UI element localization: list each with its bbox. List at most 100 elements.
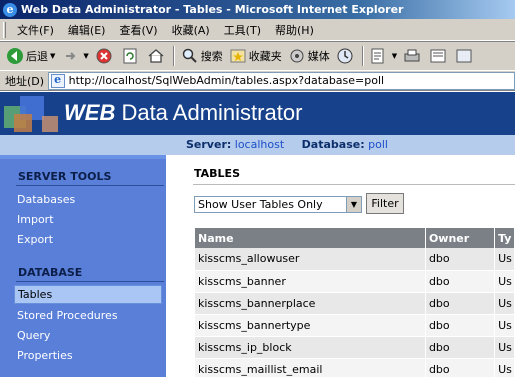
menu-grip: [3, 21, 6, 38]
table-row[interactable]: kisscms_ip_block dbo Us: [195, 336, 515, 359]
title-bar: e Web Data Administrator - Tables - Micr…: [0, 0, 515, 19]
address-field[interactable]: [48, 71, 515, 90]
server-label: Server:: [186, 138, 232, 151]
home-icon: [147, 47, 165, 65]
menu-help[interactable]: 帮助(H): [268, 22, 321, 38]
table-row[interactable]: kisscms_bannerplace dbo Us: [195, 292, 515, 315]
edit-icon: [429, 47, 447, 65]
ie-logo-icon: e: [3, 2, 17, 17]
discuss-icon: [455, 47, 473, 65]
filter-button[interactable]: Filter: [366, 193, 404, 214]
media-button[interactable]: 媒体: [285, 44, 333, 68]
database-section-title: DATABASE: [18, 266, 83, 279]
table-type: Us: [494, 292, 515, 315]
table-row[interactable]: kisscms_allowuser dbo Us: [195, 248, 515, 271]
table-name-link[interactable]: kisscms_ip_block: [195, 336, 426, 359]
print-icon: [403, 47, 421, 65]
chevron-down-icon[interactable]: ▼: [50, 52, 55, 60]
app-banner: WEB Data Administrator: [0, 92, 515, 135]
menu-tools[interactable]: 工具(T): [217, 22, 268, 38]
edit-button[interactable]: [426, 44, 452, 68]
forward-arrow-icon: [61, 47, 79, 65]
address-bar: 地址(D): [0, 71, 515, 91]
table-name-link[interactable]: kisscms_banner: [195, 270, 426, 293]
tables-grid: Name Owner Ty kisscms_allowuser dbo Us k…: [195, 228, 515, 377]
discuss-button[interactable]: [452, 44, 478, 68]
stop-button[interactable]: [92, 44, 118, 68]
forward-button[interactable]: ▼: [58, 44, 91, 68]
table-type: Us: [494, 336, 515, 359]
back-button[interactable]: 后退 ▼: [3, 44, 58, 68]
app-brand: WEB Data Administrator: [64, 100, 302, 126]
refresh-button[interactable]: [118, 44, 144, 68]
server-link[interactable]: localhost: [235, 138, 284, 151]
table-type: Us: [494, 248, 515, 271]
refresh-icon: [121, 47, 139, 65]
chevron-down-icon[interactable]: ▼: [392, 52, 397, 60]
url-input[interactable]: [68, 74, 514, 87]
table-type: Us: [494, 270, 515, 293]
menu-view[interactable]: 查看(V): [112, 22, 164, 38]
sidebar-item-query[interactable]: Query: [17, 329, 50, 342]
table-row[interactable]: kisscms_banner dbo Us: [195, 270, 515, 293]
toolbar-separator: [172, 46, 175, 66]
table-name-link[interactable]: kisscms_bannerplace: [195, 292, 426, 315]
back-arrow-icon: [6, 47, 24, 65]
sidebar-item-import[interactable]: Import: [17, 213, 54, 226]
brand-rest: Data Administrator: [115, 100, 303, 125]
logo-squares-icon: [4, 96, 58, 132]
heading-divider: [193, 184, 515, 185]
menu-edit[interactable]: 编辑(E): [61, 22, 113, 38]
table-row[interactable]: kisscms_bannertype dbo Us: [195, 314, 515, 337]
home-button[interactable]: [144, 44, 170, 68]
sidebar-divider: [16, 185, 164, 186]
print-button[interactable]: [400, 44, 426, 68]
history-button[interactable]: [333, 44, 359, 68]
column-header-name[interactable]: Name: [195, 228, 426, 248]
table-name-link[interactable]: kisscms_allowuser: [195, 248, 426, 271]
favorites-button[interactable]: 收藏夹: [226, 44, 285, 68]
media-label: 媒体: [307, 50, 330, 63]
sidebar-item-stored-procedures[interactable]: Stored Procedures: [17, 309, 118, 322]
address-label: 地址(D): [5, 74, 45, 88]
mail-button[interactable]: ▼: [367, 44, 400, 68]
database-link[interactable]: poll: [368, 138, 388, 151]
table-owner: dbo: [425, 336, 496, 359]
page-title: TABLES: [194, 167, 240, 180]
table-row[interactable]: kisscms_maillist_email dbo Us: [195, 358, 515, 377]
menu-favorites[interactable]: 收藏(A): [165, 22, 217, 38]
chevron-down-icon[interactable]: ▼: [346, 197, 361, 212]
table-name-link[interactable]: kisscms_bannertype: [195, 314, 426, 337]
connection-info-bar: Server: localhost Database: poll: [0, 135, 515, 155]
column-header-owner[interactable]: Owner: [425, 228, 496, 248]
search-label: 搜索: [200, 50, 223, 63]
table-owner: dbo: [425, 358, 496, 377]
stop-icon: [95, 47, 113, 65]
mail-icon: [370, 47, 388, 65]
media-icon: [288, 47, 306, 65]
table-filter-select[interactable]: Show User Tables Only ▼: [194, 196, 362, 213]
page-icon: [51, 73, 65, 88]
table-type: Us: [494, 314, 515, 337]
table-header-row: Name Owner Ty: [195, 228, 515, 248]
search-button[interactable]: 搜索: [178, 44, 226, 68]
sidebar-item-databases[interactable]: Databases: [17, 193, 75, 206]
table-filter-value: Show User Tables Only: [198, 198, 323, 211]
chevron-down-icon[interactable]: ▼: [83, 52, 88, 60]
menu-bar: 文件(F) 编辑(E) 查看(V) 收藏(A) 工具(T) 帮助(H): [0, 19, 515, 41]
table-name-link[interactable]: kisscms_maillist_email: [195, 358, 426, 377]
sidebar-item-export[interactable]: Export: [17, 233, 53, 246]
toolbar: 后退 ▼ ▼ 搜索 收藏夹 媒体 ▼: [0, 41, 515, 71]
sidebar-item-properties[interactable]: Properties: [17, 349, 73, 362]
table-owner: dbo: [425, 292, 496, 315]
sidebar: SERVER TOOLS Databases Import Export DAT…: [0, 155, 166, 377]
favorites-star-icon: [229, 47, 247, 65]
favorites-label: 收藏夹: [248, 50, 282, 63]
menu-file[interactable]: 文件(F): [10, 22, 61, 38]
sidebar-divider: [16, 281, 164, 282]
brand-bold: WEB: [64, 100, 116, 125]
sidebar-item-tables[interactable]: Tables: [14, 285, 162, 304]
history-icon: [336, 47, 354, 65]
back-label: 后退: [26, 50, 48, 63]
column-header-type[interactable]: Ty: [494, 228, 515, 248]
